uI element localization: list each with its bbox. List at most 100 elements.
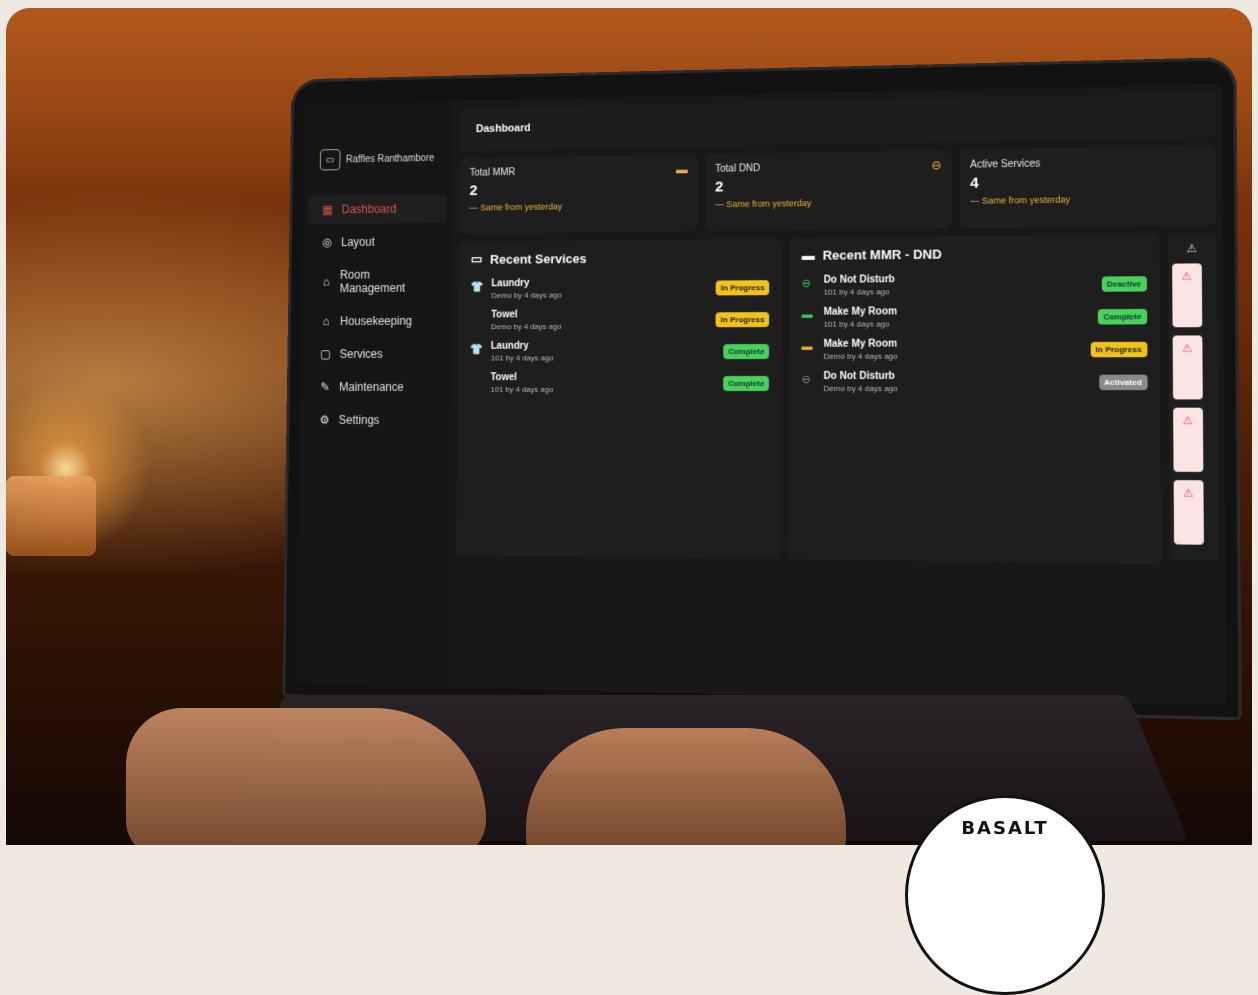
panel-title-text: Recent MMR - DND	[823, 247, 942, 263]
stat-total-mmr: Total MMR 2 — Same from yesterday ▬	[460, 154, 698, 234]
status-badge: In Progress	[716, 312, 770, 327]
row-sub: 101 by 4 days ago	[823, 319, 897, 328]
left-hand	[126, 708, 486, 845]
hotel-logo-icon: ▭	[320, 149, 341, 170]
row-sub: Demo by 4 days ago	[823, 352, 897, 361]
hotel-logo[interactable]: ▭ Raffles Ranthambore	[320, 147, 453, 170]
warning-icon: ⚠	[1172, 242, 1213, 256]
list-item[interactable]: ▬ Make My Room 101 by 4 days ago Complet…	[801, 305, 1146, 329]
page-header: Dashboard	[461, 92, 1216, 151]
sidebar-item-room-management[interactable]: ⌂ Room Management	[307, 259, 446, 303]
minus-circle-icon: ⊖	[801, 373, 815, 386]
app-screen: ▭ Raffles Ranthambore ▦ Dashboard ◎ Layo…	[296, 84, 1227, 705]
stat-total-dnd: Total DND 2 — Same from yesterday ⊖	[705, 150, 952, 231]
stat-active-services: Active Services 4 — Same from yesterday	[960, 145, 1216, 228]
alert-card[interactable]: ⚠	[1172, 263, 1202, 327]
stat-sub: — Same from yesterday	[469, 200, 687, 213]
sidebar-item-label: Room Management	[340, 267, 433, 295]
list-item[interactable]: 👕 Laundry Demo by 4 days ago In Progress	[470, 276, 769, 300]
list-item[interactable]: ⊖ Do Not Disturb Demo by 4 days ago Acti…	[801, 371, 1147, 394]
stat-sub: — Same from yesterday	[715, 196, 942, 209]
stat-title: Total DND	[715, 160, 941, 175]
sidebar-item-dashboard[interactable]: ▦ Dashboard	[308, 194, 447, 225]
list-item[interactable]: Towel 101 by 4 days ago Complete	[469, 372, 769, 394]
panel-title: ▭ Recent Services	[471, 248, 770, 267]
warning-icon: ⚠	[1183, 486, 1194, 500]
right-hand	[526, 728, 846, 845]
page-title: Dashboard	[476, 122, 531, 135]
row-sub: Demo by 4 days ago	[491, 291, 562, 300]
stat-value: 2	[715, 175, 941, 195]
alert-card[interactable]: ⚠	[1172, 335, 1202, 399]
bed-icon: ▬	[676, 162, 688, 176]
row-sub: 101 by 4 days ago	[491, 354, 554, 363]
row-name: Towel	[490, 372, 553, 383]
bed-icon: ▬	[802, 248, 815, 263]
row-sub: Demo by 4 days ago	[491, 322, 562, 331]
stat-title: Total MMR	[470, 164, 688, 178]
list-item[interactable]: 👕 Laundry 101 by 4 days ago Complete	[470, 340, 770, 363]
stat-title: Active Services	[970, 156, 1205, 171]
maintenance-alerts-panel: ⚠ ⚠ ⚠ ⚠ ⚠	[1167, 233, 1219, 560]
status-badge: In Progress	[716, 280, 770, 295]
dashboard-icon: ▦	[321, 203, 334, 217]
status-badge: Activated	[1099, 374, 1147, 389]
warning-icon: ⚠	[1182, 342, 1193, 355]
panels-row: ▭ Recent Services 👕 Laundry Demo by 4 da…	[456, 233, 1219, 564]
alert-card[interactable]: ⚠	[1173, 408, 1203, 472]
row-name: Towel	[491, 309, 562, 320]
list-item[interactable]: ⊖ Do Not Disturb 101 by 4 days ago Deact…	[802, 272, 1147, 297]
row-sub: 101 by 4 days ago	[490, 385, 553, 394]
shirt-icon: 👕	[470, 280, 483, 293]
gear-icon: ⚙	[318, 413, 331, 427]
sidebar-item-label: Settings	[339, 413, 380, 427]
warning-icon: ⚠	[1182, 414, 1193, 427]
sidebar-item-layout[interactable]: ◎ Layout	[307, 226, 446, 256]
bed-icon: ▬	[801, 341, 815, 353]
sidebar: ▭ Raffles Ranthambore ▦ Dashboard ◎ Layo…	[296, 101, 454, 688]
list-item[interactable]: ▬ Make My Room Demo by 4 days ago In Pro…	[801, 338, 1147, 361]
status-badge: Complete	[723, 375, 769, 390]
hotel-name: Raffles Ranthambore	[346, 153, 434, 165]
shirt-icon: 👕	[470, 343, 483, 356]
warning-icon: ⚠	[1181, 270, 1192, 283]
minus-circle-icon: ⊖	[931, 158, 941, 172]
main-content: Dashboard Total MMR 2 — Same from yester…	[455, 92, 1220, 705]
laptop-screen-bezel: ▭ Raffles Ranthambore ▦ Dashboard ◎ Layo…	[282, 57, 1242, 720]
bed-icon: ▬	[801, 309, 815, 321]
alert-card[interactable]: ⚠	[1173, 480, 1203, 545]
list-item[interactable]: Towel Demo by 4 days ago In Progress	[470, 308, 770, 331]
brand-seal: BASALT	[905, 795, 1105, 995]
panel-title: ▬ Recent MMR - DND	[802, 244, 1147, 263]
seal-text: BASALT	[961, 818, 1048, 839]
recent-mmr-dnd-panel: ▬ Recent MMR - DND ⊖ Do Not Disturb 101 …	[789, 234, 1161, 564]
photo-background: ▭ Raffles Ranthambore ▦ Dashboard ◎ Layo…	[6, 8, 1252, 845]
sidebar-item-housekeeping[interactable]: ⌂ Housekeeping	[306, 306, 445, 336]
housekeeping-icon: ⌂	[319, 314, 332, 328]
sidebar-item-label: Layout	[341, 235, 375, 249]
row-name: Laundry	[491, 278, 562, 289]
status-badge: Complete	[1098, 308, 1147, 324]
sidebar-item-label: Housekeeping	[340, 314, 412, 328]
sidebar-item-maintenance[interactable]: ✎ Maintenance	[305, 372, 444, 401]
room-icon: ⌂	[320, 275, 332, 289]
minus-circle-icon: ⊖	[802, 277, 816, 290]
sidebar-item-services[interactable]: ▢ Services	[306, 339, 445, 368]
candle	[6, 476, 96, 556]
panel-title-text: Recent Services	[490, 251, 587, 267]
row-name: Make My Room	[824, 306, 898, 317]
status-badge: Complete	[723, 343, 769, 358]
sidebar-item-label: Dashboard	[341, 202, 396, 216]
sidebar-item-label: Maintenance	[339, 380, 404, 394]
row-name: Do Not Disturb	[824, 274, 895, 286]
row-sub: 101 by 4 days ago	[824, 287, 895, 297]
sidebar-item-label: Services	[339, 347, 382, 361]
stat-value: 4	[970, 171, 1205, 192]
stat-value: 2	[469, 179, 687, 199]
wrench-icon: ✎	[318, 380, 331, 394]
recent-services-panel: ▭ Recent Services 👕 Laundry Demo by 4 da…	[456, 238, 782, 559]
sidebar-item-settings[interactable]: ⚙ Settings	[305, 405, 445, 435]
row-name: Do Not Disturb	[823, 371, 897, 382]
chat-icon: ▢	[319, 347, 332, 361]
row-sub: Demo by 4 days ago	[823, 384, 897, 393]
